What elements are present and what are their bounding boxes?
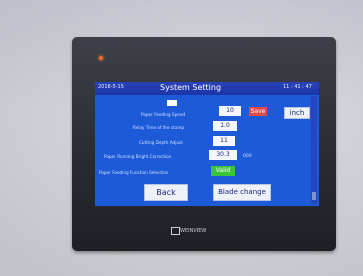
time-display: 11 : 41 : 47 [283,84,312,90]
bright-correction-field[interactable]: 30.3 [209,150,237,160]
unit-toggle-button[interactable]: inch [284,107,310,119]
page-title: System Setting [160,83,222,92]
bright-correction-label: Paper Running Bright Correction [104,154,172,159]
feeding-function-valid-button[interactable]: Valid [211,166,235,176]
indicator-block [167,100,177,106]
power-led-icon [99,56,103,60]
brand-logo-icon [171,227,180,235]
brand-logo-text: WEINVIEW [180,228,207,234]
save-button[interactable]: Save [249,107,267,116]
relay-time-label: Relay Time of the stamp [133,125,185,130]
paper-feeding-speed-label: Paper Feeding Speed [141,112,186,117]
date-display: 2018-5-15 [98,84,124,90]
paper-feeding-function-label: Paper Feeding Function Selection [99,170,169,175]
paper-feeding-speed-field[interactable]: 10 [219,106,241,116]
title-bar: 2018-5-15 System Setting 11 : 41 : 47 [95,82,319,95]
bright-correction-unit: 000 [243,154,252,159]
cutting-depth-field[interactable]: 11 [213,136,235,146]
scrollbar-thumb [312,192,316,200]
side-scrollbar [311,96,317,204]
back-button[interactable]: Back [144,184,188,201]
blade-change-button[interactable]: Blade change [213,184,271,201]
cutting-depth-label: Cutting Depth Adjust [139,140,183,145]
touch-screen: 2018-5-15 System Setting 11 : 41 : 47 in… [95,82,319,206]
relay-time-field[interactable]: 1.0 [213,121,237,131]
